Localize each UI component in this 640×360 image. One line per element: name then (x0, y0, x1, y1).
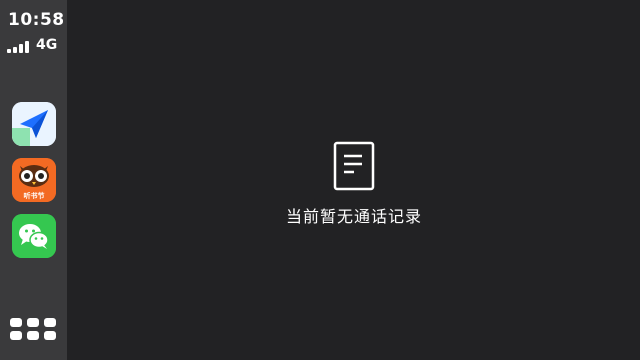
audio-book-app-button[interactable]: 听书节 (12, 158, 56, 202)
navigation-arrow-icon (12, 102, 56, 146)
sidebar: 10:58 4G 听书节 (0, 0, 67, 360)
maps-app-button[interactable] (12, 102, 56, 146)
empty-message: 当前暂无通话记录 (285, 207, 422, 226)
carplay-screen: 10:58 4G 听书节 当前暂无通话记录 (0, 0, 640, 360)
network-type: 4G (36, 37, 58, 53)
signal-strength-icon (7, 41, 33, 53)
audio-book-app-label: 听书节 (23, 192, 45, 200)
wechat-app-button[interactable] (12, 214, 56, 258)
app-grid-button[interactable] (10, 318, 58, 342)
wechat-bubbles-icon (12, 214, 56, 258)
empty-state: 当前暂无通话记录 (68, 0, 640, 360)
document-icon (333, 141, 375, 191)
status-time: 10:58 (8, 10, 65, 30)
